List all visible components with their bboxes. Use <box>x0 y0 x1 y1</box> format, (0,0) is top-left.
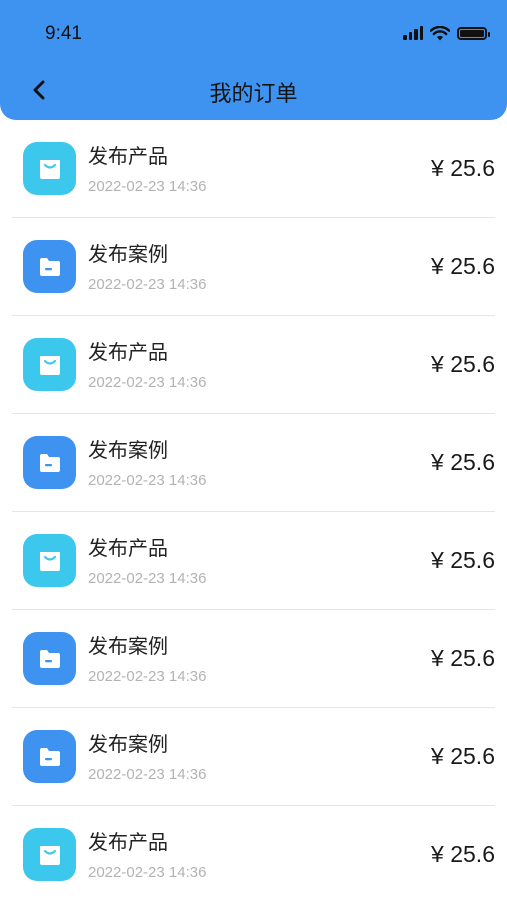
order-date: 2022-02-23 14:36 <box>88 864 207 881</box>
page-title: 我的订单 <box>209 81 298 106</box>
order-price: ¥ 25.6 <box>431 547 495 573</box>
order-row[interactable]: 发布产品 2022-02-23 14:36 ¥ 25.6 <box>12 512 495 610</box>
order-price: ¥ 25.6 <box>431 841 495 867</box>
status-icons <box>403 23 490 43</box>
order-date: 2022-02-23 14:36 <box>88 374 207 391</box>
battery-icon <box>457 26 490 40</box>
order-icon <box>23 730 76 783</box>
folder-icon <box>39 453 60 472</box>
order-price: ¥ 25.6 <box>431 155 495 181</box>
order-date: 2022-02-23 14:36 <box>88 276 207 293</box>
order-date: 2022-02-23 14:36 <box>88 570 207 587</box>
folder-icon <box>39 649 60 668</box>
order-row[interactable]: 发布案例 2022-02-23 14:36 ¥ 25.6 <box>12 218 495 316</box>
top-header: 9:41 我的订单 <box>0 0 507 120</box>
order-price: ¥ 25.6 <box>431 449 495 475</box>
order-title: 发布产品 <box>88 146 168 168</box>
order-date: 2022-02-23 14:36 <box>88 472 207 489</box>
order-price: ¥ 25.6 <box>431 645 495 671</box>
shopping-bag-icon <box>39 355 60 375</box>
order-price: ¥ 25.6 <box>431 351 495 377</box>
order-title: 发布产品 <box>88 538 168 560</box>
shopping-bag-icon <box>39 159 60 179</box>
order-icon <box>23 828 76 881</box>
order-icon <box>23 240 76 293</box>
order-date: 2022-02-23 14:36 <box>88 766 207 783</box>
order-date: 2022-02-23 14:36 <box>88 178 207 195</box>
order-row[interactable]: 发布案例 2022-02-23 14:36 ¥ 25.6 <box>12 414 495 512</box>
order-title: 发布案例 <box>88 440 168 462</box>
order-title: 发布产品 <box>88 342 168 364</box>
order-icon <box>23 534 76 587</box>
wifi-icon <box>430 25 450 40</box>
order-date: 2022-02-23 14:36 <box>88 668 207 685</box>
signal-icon <box>403 26 423 40</box>
order-price: ¥ 25.6 <box>431 743 495 769</box>
order-row[interactable]: 发布产品 2022-02-23 14:36 ¥ 25.6 <box>12 120 495 218</box>
order-icon <box>23 338 76 391</box>
order-title: 发布产品 <box>88 832 168 854</box>
shopping-bag-icon <box>39 845 60 865</box>
order-title: 发布案例 <box>88 636 168 658</box>
shopping-bag-icon <box>39 551 60 571</box>
order-row[interactable]: 发布产品 2022-02-23 14:36 ¥ 25.6 <box>12 316 495 414</box>
status-time: 9:41 <box>45 23 82 44</box>
order-row[interactable]: 发布产品 2022-02-23 14:36 ¥ 25.6 <box>12 806 495 904</box>
order-icon <box>23 632 76 685</box>
order-icon <box>23 142 76 195</box>
order-row[interactable]: 发布案例 2022-02-23 14:36 ¥ 25.6 <box>12 708 495 806</box>
order-list: 发布产品 2022-02-23 14:36 ¥ 25.6 发布案例 2022-0… <box>0 120 507 904</box>
folder-icon <box>39 257 60 276</box>
folder-icon <box>39 747 60 766</box>
order-title: 发布案例 <box>88 734 168 756</box>
order-price: ¥ 25.6 <box>431 253 495 279</box>
order-icon <box>23 436 76 489</box>
order-row[interactable]: 发布案例 2022-02-23 14:36 ¥ 25.6 <box>12 610 495 708</box>
order-title: 发布案例 <box>88 244 168 266</box>
